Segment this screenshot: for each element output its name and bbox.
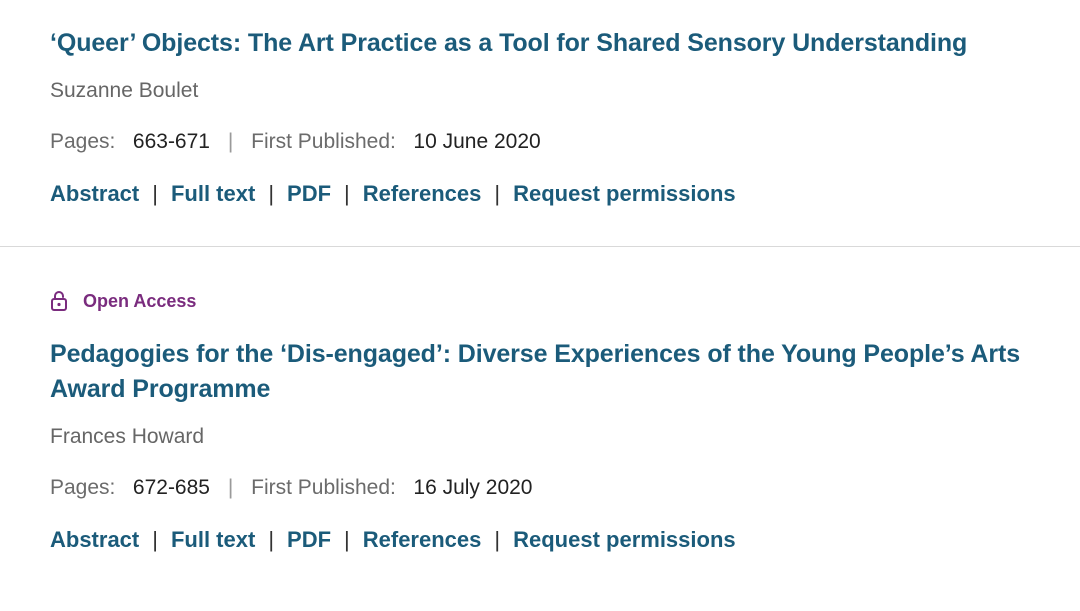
- full-text-link[interactable]: Full text: [171, 181, 255, 206]
- article-meta: Pages: 663-671 | First Published: 10 Jun…: [50, 128, 1030, 156]
- article-title: ‘Queer’ Objects: The Art Practice as a T…: [50, 26, 1030, 61]
- unlocked-padlock-icon: [50, 290, 68, 312]
- references-link[interactable]: References: [363, 181, 482, 206]
- article-title: Pedagogies for the ‘Dis-engaged’: Divers…: [50, 337, 1030, 407]
- article-links: Abstract | Full text | PDF | References | Reques…: [50, 179, 1030, 209]
- pages-label: Pages:: [50, 476, 116, 499]
- pages-value: 663-671: [132, 130, 210, 153]
- first-published-value: 16 July 2020: [413, 476, 533, 499]
- first-published-value: 10 June 2020: [413, 130, 541, 153]
- article-author: Frances Howard: [50, 425, 205, 448]
- full-text-link[interactable]: Full text: [171, 527, 255, 552]
- link-separator: |: [268, 181, 275, 206]
- article-links: Abstract | Full text | PDF | References | Reques…: [50, 525, 1030, 555]
- first-published-label: First Published:: [251, 130, 396, 153]
- link-separator: |: [152, 181, 158, 206]
- pdf-link[interactable]: PDF: [287, 181, 331, 206]
- pages-value: 672-685: [132, 476, 210, 499]
- link-separator: |: [268, 527, 275, 552]
- article-item-2: Open Access Pedagogies for the ‘Dis-enga…: [50, 288, 1030, 555]
- link-separator: |: [152, 527, 158, 552]
- link-separator: |: [494, 527, 501, 552]
- link-separator: |: [344, 181, 350, 206]
- meta-separator: |: [227, 130, 234, 153]
- article-item-1: ‘Queer’ Objects: The Art Practice as a T…: [50, 26, 1030, 209]
- article-divider: [0, 246, 1080, 247]
- article-title-link[interactable]: Pedagogies for the ‘Dis-engaged’: Divers…: [50, 340, 1020, 403]
- article-meta: Pages: 672-685 | First Published: 16 Jul…: [50, 474, 1030, 502]
- request-permissions-link[interactable]: Request permissions: [513, 181, 736, 206]
- pages-label: Pages:: [50, 130, 116, 153]
- first-published-label: First Published:: [251, 476, 396, 499]
- link-separator: |: [494, 181, 501, 206]
- pdf-link[interactable]: PDF: [287, 527, 331, 552]
- request-permissions-link[interactable]: Request permissions: [513, 527, 736, 552]
- abstract-link[interactable]: Abstract: [50, 181, 139, 206]
- open-access-badge: Open Access: [50, 288, 1030, 314]
- article-author: Suzanne Boulet: [50, 79, 199, 102]
- link-separator: |: [344, 527, 350, 552]
- abstract-link[interactable]: Abstract: [50, 527, 139, 552]
- references-link[interactable]: References: [363, 527, 482, 552]
- meta-separator: |: [227, 476, 234, 499]
- article-title-link[interactable]: ‘Queer’ Objects: The Art Practice as a T…: [50, 29, 967, 57]
- open-access-label: Open Access: [83, 291, 197, 311]
